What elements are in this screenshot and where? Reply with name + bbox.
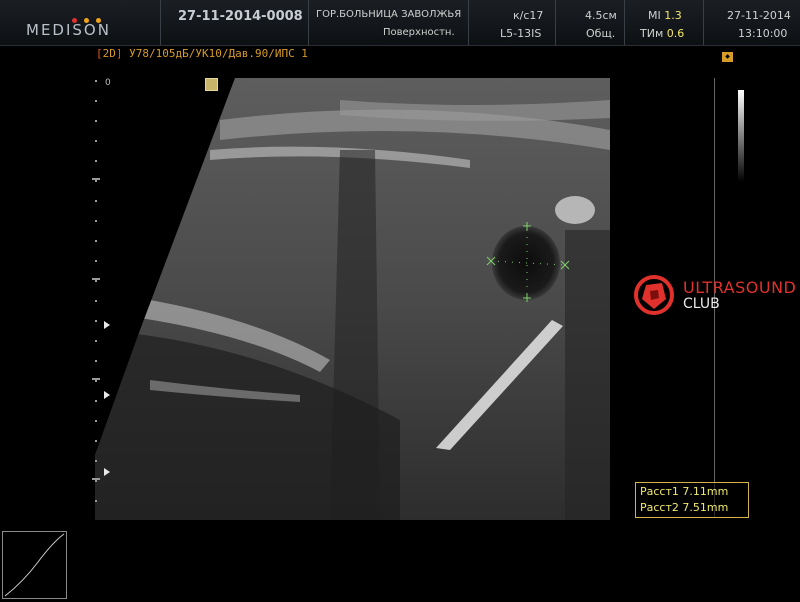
focus-marker-3[interactable] [104,468,110,476]
logo-line-2: CLUB [683,296,720,312]
measurement-label: Расст1 [640,485,679,498]
probe-orientation-marker [205,78,218,91]
measurement-row-1: Расст1 7.11mm [640,485,728,498]
measurement-label: Расст2 [640,501,679,514]
depth-zero-label: 0 [105,78,111,88]
gamma-curve [4,533,65,597]
gamma-curve-box [2,531,67,599]
focus-marker-1[interactable] [104,321,110,329]
measurement-row-2: Расст2 7.51mm [640,501,728,514]
measurement-value: 7.11mm [682,485,729,498]
measurement-value: 7.51mm [682,501,729,514]
focus-marker-2[interactable] [104,391,110,399]
depth-scale [92,80,100,502]
grayscale-bar [738,90,744,182]
logo-line-1: ULTRASOUND [683,278,797,297]
measurement-results: Расст1 7.11mm Расст2 7.51mm [635,482,749,518]
